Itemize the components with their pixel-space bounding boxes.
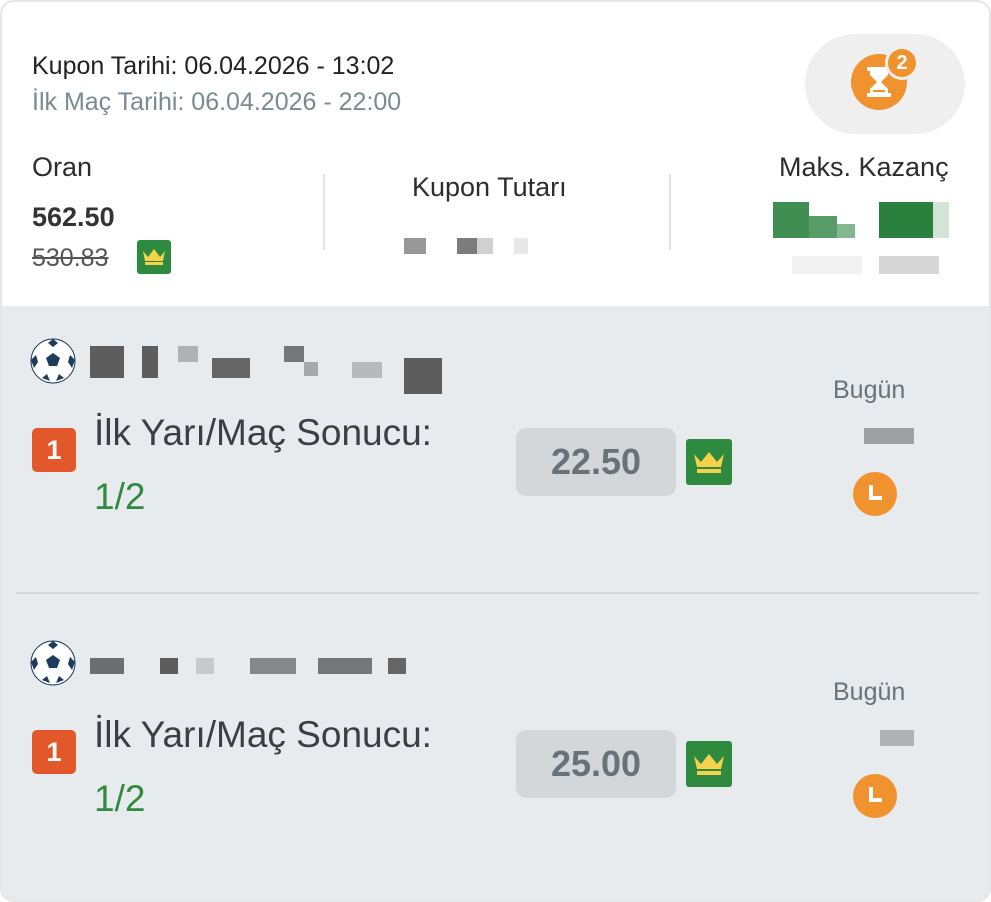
pending-count-badge: 2	[885, 46, 919, 80]
market-name: İlk Yarı/Maç Sonucu:	[94, 412, 432, 453]
coupon-date: Kupon Tarihi: 06.04.2026 - 13:02	[32, 52, 395, 80]
coupon-header: Kupon Tarihi: 06.04.2026 - 13:02 İlk Maç…	[2, 2, 989, 306]
odds-value: 562.50	[32, 202, 115, 232]
match-day: Bugün	[833, 678, 906, 706]
selected-pick: 1/2	[94, 476, 146, 517]
odds-old-value: 530.83	[32, 244, 109, 272]
clock-icon	[853, 774, 897, 818]
max-win-label: Maks. Kazanç	[779, 152, 949, 182]
selected-pick: 1/2	[94, 778, 146, 819]
pending-timer-button[interactable]: 2	[805, 34, 965, 134]
result-badge: 1	[32, 428, 76, 472]
soccer-ball-icon	[30, 338, 76, 384]
first-match-date: İlk Maç Tarihi: 06.04.2026 - 22:00	[32, 88, 402, 116]
match-list: 1 İlk Yarı/Maç Sonucu: 1/2 22.50 Bugün 1…	[2, 306, 989, 900]
crown-icon	[686, 439, 732, 485]
match-day: Bugün	[833, 376, 906, 404]
match-divider	[16, 592, 979, 594]
stake-label: Kupon Tutarı	[412, 172, 567, 202]
crown-icon	[686, 741, 732, 787]
odds-label: Oran	[32, 152, 93, 182]
result-badge: 1	[32, 730, 76, 774]
soccer-ball-icon	[30, 640, 76, 686]
match-item[interactable]: 1 İlk Yarı/Maç Sonucu: 1/2 22.50 Bugün	[2, 306, 989, 596]
coupon-card: Kupon Tarihi: 06.04.2026 - 13:02 İlk Maç…	[0, 0, 991, 902]
divider	[323, 174, 325, 250]
crown-icon	[137, 240, 171, 274]
market-name: İlk Yarı/Maç Sonucu:	[94, 714, 432, 755]
odd-value[interactable]: 22.50	[516, 428, 676, 496]
odd-value[interactable]: 25.00	[516, 730, 676, 798]
clock-icon	[853, 472, 897, 516]
match-item[interactable]: 1 İlk Yarı/Maç Sonucu: 1/2 25.00 Bugün	[2, 608, 989, 898]
divider	[669, 174, 671, 250]
